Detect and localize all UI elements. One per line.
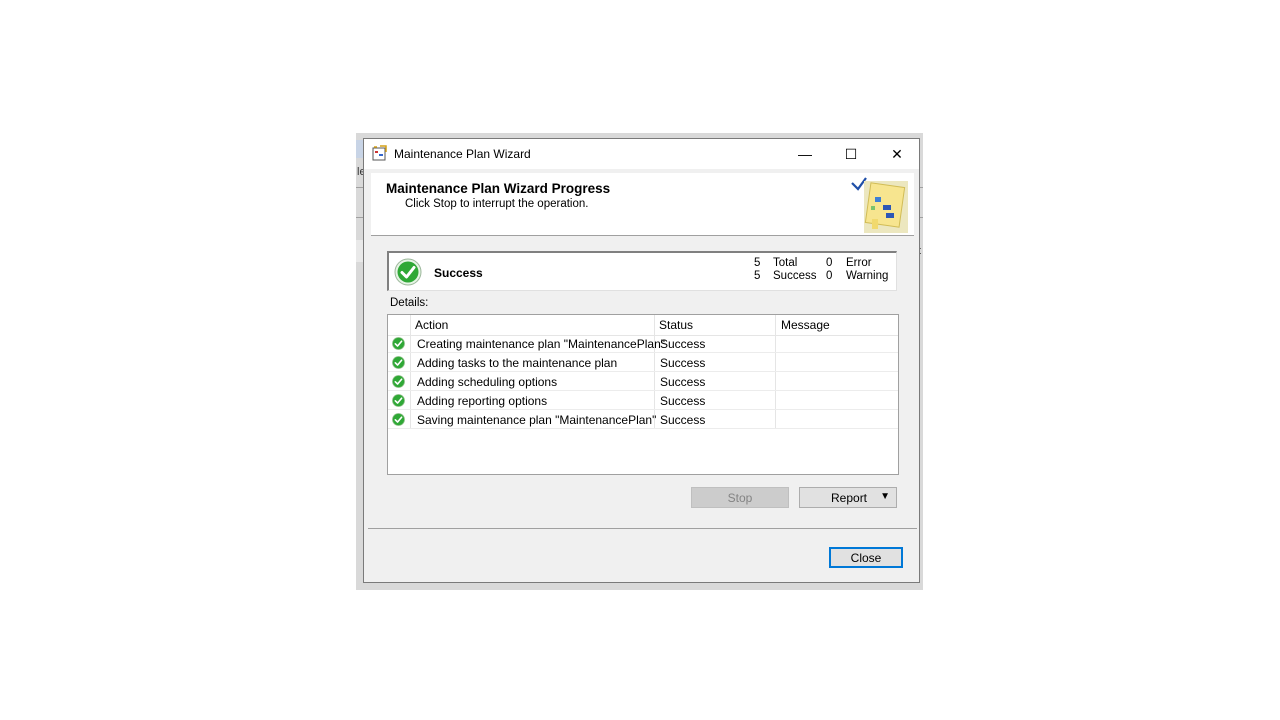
- row-status: Success: [660, 413, 706, 427]
- report-button-label: Report: [831, 491, 868, 505]
- error-count: 0: [826, 257, 833, 269]
- warning-label: Warning: [846, 270, 889, 282]
- wizard-app-icon: [372, 145, 387, 161]
- row-action: Creating maintenance plan "MaintenancePl…: [417, 337, 666, 351]
- warning-count: 0: [826, 270, 833, 282]
- table-row[interactable]: Saving maintenance plan "MaintenancePlan…: [388, 410, 898, 429]
- table-row[interactable]: Adding scheduling options Success: [388, 372, 898, 391]
- column-header-action[interactable]: Action: [415, 318, 448, 332]
- total-count: 5: [754, 257, 761, 269]
- row-action: Saving maintenance plan "MaintenancePlan…: [417, 413, 657, 427]
- minimize-button[interactable]: —: [782, 139, 828, 169]
- table-row[interactable]: Creating maintenance plan "MaintenancePl…: [388, 334, 898, 353]
- grid-header: Action Status Message: [388, 315, 898, 336]
- wizard-banner-icon: [851, 177, 908, 233]
- success-check-icon: [392, 413, 405, 426]
- success-check-icon: [392, 394, 405, 407]
- table-row[interactable]: Adding tasks to the maintenance plan Suc…: [388, 353, 898, 372]
- row-status: Success: [660, 337, 706, 351]
- success-check-icon: [392, 337, 405, 350]
- row-status: Success: [660, 375, 706, 389]
- details-grid[interactable]: Action Status Message Creating maintenan…: [387, 314, 899, 475]
- error-label: Error: [846, 257, 872, 269]
- title-bar[interactable]: Maintenance Plan Wizard — ☐ ✕: [364, 139, 919, 169]
- window-title: Maintenance Plan Wizard: [394, 147, 531, 161]
- table-row[interactable]: Adding reporting options Success: [388, 391, 898, 410]
- summary-panel: Success 5 Total 0 Error 5 Success 0 Warn…: [387, 251, 897, 291]
- close-button[interactable]: Close: [829, 547, 903, 568]
- row-action: Adding reporting options: [417, 394, 548, 408]
- maintenance-plan-wizard-dialog: Maintenance Plan Wizard — ☐ ✕ Maintenanc…: [363, 138, 920, 583]
- close-window-button[interactable]: ✕: [874, 139, 920, 169]
- page-title: Maintenance Plan Wizard Progress: [386, 181, 611, 196]
- summary-status: Success: [434, 266, 483, 280]
- page-subtitle: Click Stop to interrupt the operation.: [405, 198, 589, 210]
- maximize-icon: ☐: [844, 145, 858, 162]
- success-check-icon: [394, 258, 422, 286]
- success-check-icon: [392, 356, 405, 369]
- close-icon: ✕: [891, 145, 903, 162]
- success-count: 5: [754, 270, 761, 282]
- details-label: Details:: [390, 297, 429, 309]
- footer-divider: [368, 528, 917, 529]
- column-header-status[interactable]: Status: [659, 318, 693, 332]
- dropdown-arrow-icon[interactable]: ▼: [880, 491, 890, 502]
- minimize-icon: —: [798, 146, 812, 162]
- total-label: Total: [773, 257, 798, 269]
- row-status: Success: [660, 394, 706, 408]
- report-button[interactable]: Report ▼: [799, 487, 897, 508]
- column-header-message[interactable]: Message: [781, 318, 830, 332]
- row-action: Adding tasks to the maintenance plan: [417, 356, 618, 370]
- stop-button[interactable]: Stop: [691, 487, 789, 508]
- row-status: Success: [660, 356, 706, 370]
- success-label: Success: [773, 270, 817, 282]
- success-check-icon: [392, 375, 405, 388]
- wizard-header: Maintenance Plan Wizard Progress Click S…: [371, 173, 914, 236]
- maximize-button[interactable]: ☐: [828, 139, 874, 169]
- row-action: Adding scheduling options: [417, 375, 558, 389]
